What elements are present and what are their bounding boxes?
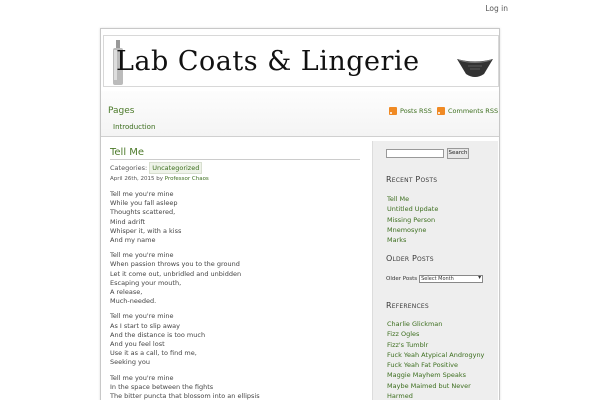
search-button[interactable]: Search (447, 148, 469, 159)
site-title: Lab Coats & Lingerie (116, 46, 420, 77)
post-content: Tell Me Categories: Uncategorized April … (110, 147, 365, 400)
site-banner[interactable]: Lab Coats & Lingerie (103, 35, 499, 87)
post-author-link[interactable]: Professor Chaos (165, 176, 209, 182)
posts-rss-label: Posts RSS (400, 107, 432, 115)
recent-post-link[interactable]: Mnemosyne (387, 225, 438, 235)
archive-month-select[interactable]: Select Month (419, 275, 484, 283)
poem-line: Whisper it, with a kiss (110, 226, 182, 235)
category-link[interactable]: Uncategorized (149, 162, 203, 174)
sidebar: Search Recent Posts Tell Me Untitled Upda… (372, 141, 498, 400)
rss-icon (437, 107, 445, 115)
post-by: by (156, 176, 163, 182)
pages-heading: Pages (108, 106, 135, 116)
recent-post-link[interactable]: Tell Me (387, 194, 438, 204)
poem-line: Let it come out, unbridled and unbidden (110, 269, 242, 278)
reference-link[interactable]: Fuck Yeah Atypical Androgyny (387, 350, 484, 360)
poem-line: While you fall asleep (110, 199, 178, 208)
references-list: Charlie Glickman Fizz Ogles Fizz's Tumblr F… (387, 319, 484, 400)
reference-link[interactable]: Maybe Maimed but Never (387, 381, 484, 391)
posts-rss-link[interactable]: Posts RSS (389, 107, 432, 115)
references-heading: References (386, 301, 429, 310)
poem-line: And you feel lost (110, 340, 165, 349)
poem-body: Tell me you're mine While you fall asleep… (110, 190, 365, 400)
post-date: April 26th, 2015 (110, 176, 155, 182)
categories-label: Categories: (110, 164, 148, 172)
poem-line: Tell me you're mine (110, 251, 174, 260)
poem-line: Seeking you (110, 358, 150, 367)
poem-line: Thoughts scattered, (110, 208, 176, 217)
comments-rss-link[interactable]: Comments RSS (437, 107, 498, 115)
lingerie-icon (457, 59, 493, 77)
poem-line: As I start to slip away (110, 321, 180, 330)
post-categories: Categories: Uncategorized (110, 162, 365, 174)
recent-post-link[interactable]: Missing Person (387, 215, 438, 225)
poem-line: Tell me you're mine (110, 312, 174, 321)
recent-posts-list: Tell Me Untitled Update Missing Person Mnem… (387, 194, 438, 245)
reference-link[interactable]: Fizz Ogles (387, 329, 484, 339)
poem-line: And the distance is too much (110, 330, 206, 339)
older-posts-heading: Older Posts (386, 254, 434, 263)
comments-rss-label: Comments RSS (448, 107, 499, 115)
reference-link[interactable]: Fizz's Tumblr (387, 340, 484, 350)
poem-stanza: Tell me you're mine In the space between … (110, 374, 365, 400)
reference-link[interactable]: Charlie Glickman (387, 319, 484, 329)
login-link[interactable]: Log in (485, 4, 508, 13)
poem-line: Escaping your mouth, (110, 278, 182, 287)
post-title[interactable]: Tell Me (110, 147, 360, 160)
poem-line: When passion throws you to the ground (110, 260, 240, 269)
rss-icon (389, 107, 397, 115)
poem-stanza: Tell me you're mine When passion throws y… (110, 251, 365, 306)
poem-stanza: Tell me you're mine While you fall asleep… (110, 190, 365, 245)
poem-line: Tell me you're mine (110, 373, 174, 382)
reference-link[interactable]: Fuck Yeah Fat Positive (387, 360, 484, 370)
poem-line: And my name (110, 236, 156, 245)
reference-link[interactable]: Harmed (387, 391, 484, 400)
poem-line: Use it as a call, to find me, (110, 349, 197, 358)
poem-line: Mind adrift (110, 217, 146, 226)
older-posts-label: Older Posts (386, 276, 418, 282)
post-meta: April 26th, 2015 by Professor Chaos (110, 176, 365, 182)
recent-post-link[interactable]: Marks (387, 235, 438, 245)
search-input[interactable] (386, 149, 444, 158)
navigation-bar: Pages Introduction Posts RSS Comments RS… (101, 91, 499, 137)
poem-line: Tell me you're mine (110, 190, 174, 198)
page-link-introduction[interactable]: Introduction (113, 123, 155, 131)
archives-widget: Older Posts Select Month (386, 275, 484, 283)
poem-line: Much-needed. (110, 297, 157, 306)
poem-stanza: Tell me you're mine As I start to slip aw… (110, 312, 365, 367)
reference-link[interactable]: Maggie Mayhem Speaks (387, 370, 484, 380)
recent-post-link[interactable]: Untitled Update (387, 204, 438, 214)
poem-line: The bitter puncta that blossom into an e… (110, 392, 260, 400)
recent-posts-heading: Recent Posts (386, 175, 438, 184)
poem-line: In the space between the fights (110, 382, 214, 391)
poem-line: A release, (110, 288, 143, 297)
